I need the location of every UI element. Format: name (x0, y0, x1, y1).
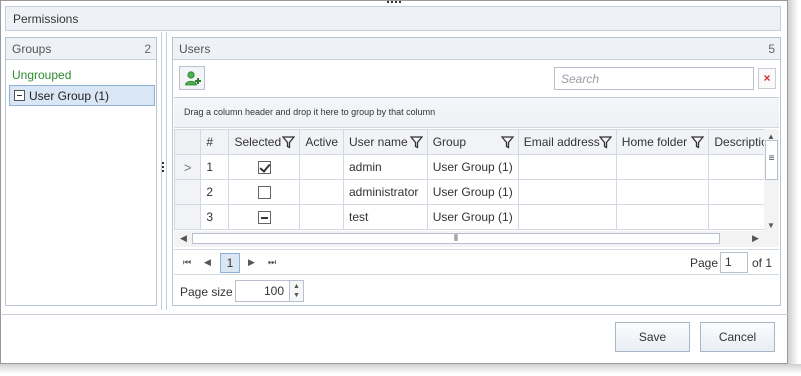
collapse-icon[interactable] (14, 90, 25, 101)
vertical-scrollbar[interactable]: ▲ ≡ ▼ (764, 129, 779, 232)
last-page-icon[interactable]: ⏭ (268, 257, 276, 268)
cell-active (299, 179, 344, 205)
users-toolbar: × (173, 60, 780, 95)
col-header-selected[interactable]: Selected (228, 129, 301, 155)
row-indicator (174, 179, 202, 205)
groups-count: 2 (144, 42, 151, 56)
first-page-icon[interactable]: ⏮ (183, 257, 191, 268)
horizontal-scrollbar[interactable]: ◀ ⦀ ▶ (174, 231, 779, 247)
next-page-icon[interactable]: ▶ (248, 257, 255, 268)
cell-number: 2 (200, 179, 230, 205)
table-row[interactable]: 2 administrator User Group (1) (174, 179, 779, 205)
users-table: # Selected Active User name Group Email … (174, 129, 779, 230)
page-number-button[interactable]: 1 (220, 253, 240, 273)
cancel-button[interactable]: Cancel (700, 322, 775, 352)
cell-number: 1 (200, 154, 230, 180)
vertical-scroll-thumb[interactable]: ≡ (765, 140, 778, 180)
clear-search-button[interactable]: × (758, 68, 776, 89)
cell-home-folder (615, 154, 710, 180)
spin-up-icon[interactable]: ▲ (293, 283, 300, 290)
cell-username: test (343, 204, 428, 230)
save-button[interactable]: Save (615, 322, 690, 352)
cell-number: 3 (200, 204, 230, 230)
col-header-username[interactable]: User name (343, 129, 428, 155)
add-user-button[interactable] (179, 66, 205, 90)
page-size-spinner[interactable]: ▲ ▼ (290, 280, 304, 302)
current-row-indicator-icon: > (174, 154, 202, 180)
cell-username: admin (343, 154, 428, 180)
pager: ⏮ ◀ 1 ▶ ⏭ Page 1 of 1 (174, 249, 779, 275)
cell-group: User Group (1) (426, 204, 519, 230)
search-input[interactable] (554, 67, 754, 90)
cell-group: User Group (1) (426, 179, 519, 205)
filter-icon[interactable] (500, 136, 514, 149)
table-header-row: # Selected Active User name Group Email … (174, 129, 779, 155)
group-item-label: User Group (1) (29, 89, 110, 103)
groups-panel-header: Groups 2 (6, 38, 156, 60)
row-indicator-header (174, 129, 202, 155)
cell-group: User Group (1) (426, 154, 519, 180)
spin-down-icon[interactable]: ▼ (293, 292, 300, 299)
panel-splitter[interactable] (160, 32, 168, 310)
col-header-number[interactable]: # (200, 129, 230, 155)
cell-email (517, 204, 617, 230)
selected-checkbox[interactable] (257, 211, 271, 225)
cell-selected[interactable] (228, 179, 301, 205)
groups-panel: Groups 2 Ungrouped User Group (1) (5, 37, 157, 306)
col-header-email[interactable]: Email address (517, 129, 617, 155)
page-of-label: of 1 (752, 256, 773, 270)
col-header-group[interactable]: Group (426, 129, 519, 155)
cell-active (299, 154, 344, 180)
page-size-row: Page size 100 ▲ ▼ (174, 277, 779, 305)
filter-icon[interactable] (598, 136, 612, 149)
splitter-grip-icon[interactable] (162, 162, 165, 176)
resize-grip-icon[interactable] (386, 0, 402, 5)
filter-icon[interactable] (282, 136, 296, 149)
cell-selected[interactable] (228, 154, 301, 180)
page-size-label: Page size (180, 285, 233, 299)
scroll-down-icon[interactable]: ▼ (767, 221, 775, 230)
window-shadow-bottom (0, 364, 801, 376)
group-by-panel[interactable]: Drag a column header and drop it here to… (174, 98, 779, 128)
col-header-active[interactable]: Active (299, 129, 344, 155)
cell-email (517, 179, 617, 205)
selected-checkbox[interactable] (257, 186, 271, 200)
filter-icon[interactable] (691, 136, 705, 149)
cell-selected[interactable] (228, 204, 301, 230)
users-grid: Drag a column header and drop it here to… (174, 97, 779, 247)
permissions-dialog: Permissions Groups 2 Ungrouped User Grou… (0, 0, 788, 364)
table-row[interactable]: 3 test User Group (1) (174, 204, 779, 230)
permissions-title: Permissions (13, 12, 79, 26)
filter-icon[interactable] (409, 136, 423, 149)
group-item-user-group[interactable]: User Group (1) (9, 85, 155, 106)
col-header-home-folder[interactable]: Home folder (615, 129, 710, 155)
add-user-icon (185, 71, 201, 86)
page-input[interactable]: 1 (720, 252, 748, 273)
ungrouped-item[interactable]: Ungrouped (12, 68, 71, 82)
page-size-input[interactable]: 100 (235, 280, 290, 302)
horizontal-scroll-thumb[interactable]: ⦀ (192, 233, 720, 244)
prev-page-icon[interactable]: ◀ (204, 257, 211, 268)
cell-home-folder (615, 204, 710, 230)
cell-home-folder (615, 179, 710, 205)
window-shadow-right (788, 0, 801, 376)
group-by-hint: Drag a column header and drop it here to… (184, 107, 436, 117)
scroll-left-icon[interactable]: ◀ (180, 233, 187, 244)
table-row[interactable]: > 1 admin User Group (1) (174, 154, 779, 180)
selected-checkbox[interactable] (257, 161, 271, 175)
cell-active (299, 204, 344, 230)
users-count: 5 (768, 42, 775, 56)
groups-title: Groups (12, 42, 52, 56)
cell-email (517, 154, 617, 180)
cell-username: administrator (343, 179, 428, 205)
page-label: Page (690, 256, 719, 270)
permissions-header: Permissions (5, 6, 781, 31)
row-indicator (174, 204, 202, 230)
scroll-right-icon[interactable]: ▶ (752, 233, 759, 244)
users-panel: Users 5 × Drag a column header and drop … (172, 37, 781, 306)
users-title: Users (179, 42, 211, 56)
users-panel-header: Users 5 (173, 38, 780, 60)
footer-divider (2, 314, 788, 315)
